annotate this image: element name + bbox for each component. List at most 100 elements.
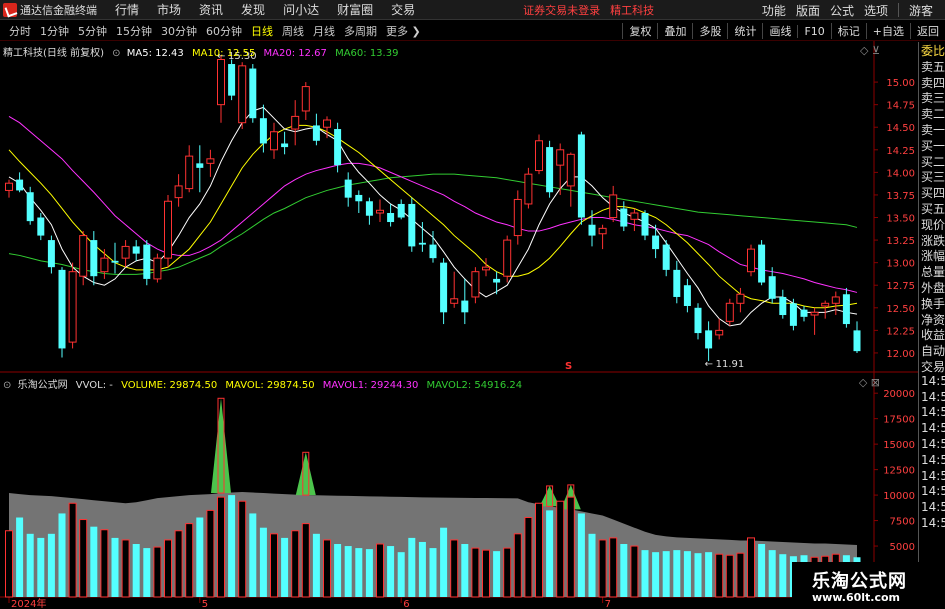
back-button[interactable]: 返回 bbox=[910, 23, 945, 39]
menu-item-quotes[interactable]: 行情 bbox=[115, 1, 139, 18]
candle-body bbox=[249, 68, 257, 119]
candle-body bbox=[747, 248, 755, 273]
kline-chart[interactable]: 12.00 12.25 12.50 12.75 13.00 13.25 13.50 13.75… bbox=[0, 41, 918, 609]
candle-body bbox=[26, 192, 34, 222]
restore-rights-button[interactable]: 复权 bbox=[622, 23, 657, 39]
draw-line-button[interactable]: 画线 bbox=[762, 23, 797, 39]
diamond-icon[interactable]: ◇ bbox=[859, 376, 867, 389]
volume-bar bbox=[164, 539, 172, 598]
volume-bar bbox=[673, 550, 681, 597]
candle-body bbox=[291, 115, 300, 130]
vol-tick-label: 17500 bbox=[883, 415, 915, 426]
menu-item-wealth[interactable]: 财富圈 bbox=[337, 1, 373, 18]
volume-bar bbox=[546, 510, 554, 597]
volume-bar bbox=[37, 537, 45, 597]
volume-bar bbox=[281, 537, 289, 597]
menu-item-trade[interactable]: 交易 bbox=[391, 1, 415, 18]
volume-bar bbox=[535, 502, 543, 598]
volume-bar bbox=[768, 550, 776, 597]
candle-body bbox=[376, 209, 384, 214]
info-row: 收益 bbox=[921, 328, 945, 343]
menu-item-news[interactable]: 资讯 bbox=[199, 1, 223, 18]
tab-intraday[interactable]: 分时 bbox=[9, 23, 31, 39]
tab-multi-period[interactable]: 多周期 bbox=[344, 23, 377, 39]
volume-bar bbox=[736, 552, 745, 598]
volume-bar bbox=[450, 539, 459, 598]
menu-item-options[interactable]: 选项 bbox=[864, 2, 888, 19]
info-row: 卖五 bbox=[921, 59, 945, 74]
info-row: 买二 bbox=[921, 154, 945, 169]
candle-body bbox=[620, 208, 628, 227]
volume-bar bbox=[47, 533, 55, 597]
menu-item-discover[interactable]: 发现 bbox=[241, 1, 265, 18]
candle-body bbox=[598, 227, 607, 235]
more-button[interactable]: 更多 ❯ bbox=[386, 23, 421, 39]
info-row: 14:5 bbox=[921, 452, 945, 467]
candle-body bbox=[831, 296, 840, 304]
f10-button[interactable]: F10 bbox=[797, 24, 830, 38]
tab-5min[interactable]: 5分钟 bbox=[78, 23, 107, 39]
multi-stock-button[interactable]: 多股 bbox=[692, 23, 727, 39]
overlay-button[interactable]: 叠加 bbox=[657, 23, 692, 39]
menu-item-formula[interactable]: 公式 bbox=[830, 2, 854, 19]
volume-bar bbox=[376, 543, 384, 598]
volume-bar bbox=[503, 547, 512, 598]
candle-body bbox=[111, 260, 119, 263]
candle-body bbox=[121, 245, 130, 259]
watermark-url: www.60lt.com bbox=[812, 591, 901, 604]
volume-bar bbox=[747, 537, 755, 598]
ma60-label: MA60: 13.39 bbox=[335, 48, 399, 59]
candle-body bbox=[588, 224, 596, 236]
price-tick-label: 15.00 bbox=[886, 78, 915, 89]
login-status[interactable]: 证券交易未登录 bbox=[523, 2, 600, 18]
ma20-label: MA20: 12.67 bbox=[263, 48, 327, 59]
volume-bar bbox=[206, 509, 215, 598]
volume-bar bbox=[26, 533, 34, 597]
tab-60min[interactable]: 60分钟 bbox=[206, 23, 242, 39]
info-row: 卖一 bbox=[921, 122, 945, 137]
menu-item-ask[interactable]: 问小达 bbox=[283, 1, 319, 18]
candle-body bbox=[37, 217, 45, 236]
tab-monthly[interactable]: 月线 bbox=[313, 23, 335, 39]
volume-bar bbox=[758, 544, 766, 597]
tab-weekly[interactable]: 周线 bbox=[282, 23, 304, 39]
mark-button[interactable]: 标记 bbox=[830, 23, 866, 39]
volume-bar bbox=[662, 551, 670, 597]
tab-1min[interactable]: 1分钟 bbox=[40, 23, 69, 39]
info-row: 14:5 bbox=[921, 389, 945, 404]
statistics-button[interactable]: 统计 bbox=[727, 23, 762, 39]
volume-bar bbox=[556, 500, 565, 598]
user-guest[interactable]: 游客 bbox=[909, 2, 933, 19]
chart-area[interactable]: 12.00 12.25 12.50 12.75 13.00 13.25 13.50 13.75… bbox=[0, 41, 918, 609]
menu-item-market[interactable]: 市场 bbox=[157, 1, 181, 18]
tab-30min[interactable]: 30分钟 bbox=[161, 23, 197, 39]
add-watchlist-button[interactable]: +自选 bbox=[865, 23, 910, 39]
menu-item-function[interactable]: 功能 bbox=[762, 2, 786, 19]
candle-body bbox=[58, 269, 66, 349]
arrow-icon[interactable]: ⊻ bbox=[872, 44, 880, 57]
candle-body bbox=[683, 285, 691, 306]
chart-option-icons[interactable]: ◇ ⊻ bbox=[860, 44, 880, 57]
candle-body bbox=[270, 131, 278, 151]
volume-bar bbox=[185, 523, 194, 598]
collapse-icon[interactable]: ⊙ bbox=[112, 48, 120, 59]
vol-option-icons[interactable]: ◇ ⊠ bbox=[859, 376, 880, 389]
volume-bar bbox=[598, 539, 607, 598]
diamond-icon[interactable]: ◇ bbox=[860, 44, 868, 57]
tab-daily[interactable]: 日线 bbox=[251, 23, 273, 39]
candle-body bbox=[5, 182, 13, 191]
volume-bar bbox=[100, 529, 109, 598]
close-icon[interactable]: ⊠ bbox=[871, 376, 880, 389]
volume-bar bbox=[609, 537, 618, 598]
candle-body bbox=[132, 246, 140, 254]
volume-spike bbox=[211, 398, 231, 494]
indicator-settings-icon[interactable]: ⊙ bbox=[3, 380, 11, 391]
quote-info-panel: 委比 卖五 卖四 卖三 卖二 卖一 买一 买二 买三 买四 买五 现价 涨跌 涨幅 总量 外盘 换手 净资 收益 自动… bbox=[918, 42, 945, 609]
tab-15min[interactable]: 15分钟 bbox=[116, 23, 152, 39]
menu-item-layout[interactable]: 版面 bbox=[796, 2, 820, 19]
candle-body bbox=[185, 155, 194, 190]
vol-tick-label: 7500 bbox=[890, 517, 915, 528]
volume-bar bbox=[228, 495, 236, 597]
volume-bar bbox=[397, 552, 405, 597]
volume-bar bbox=[68, 502, 77, 598]
